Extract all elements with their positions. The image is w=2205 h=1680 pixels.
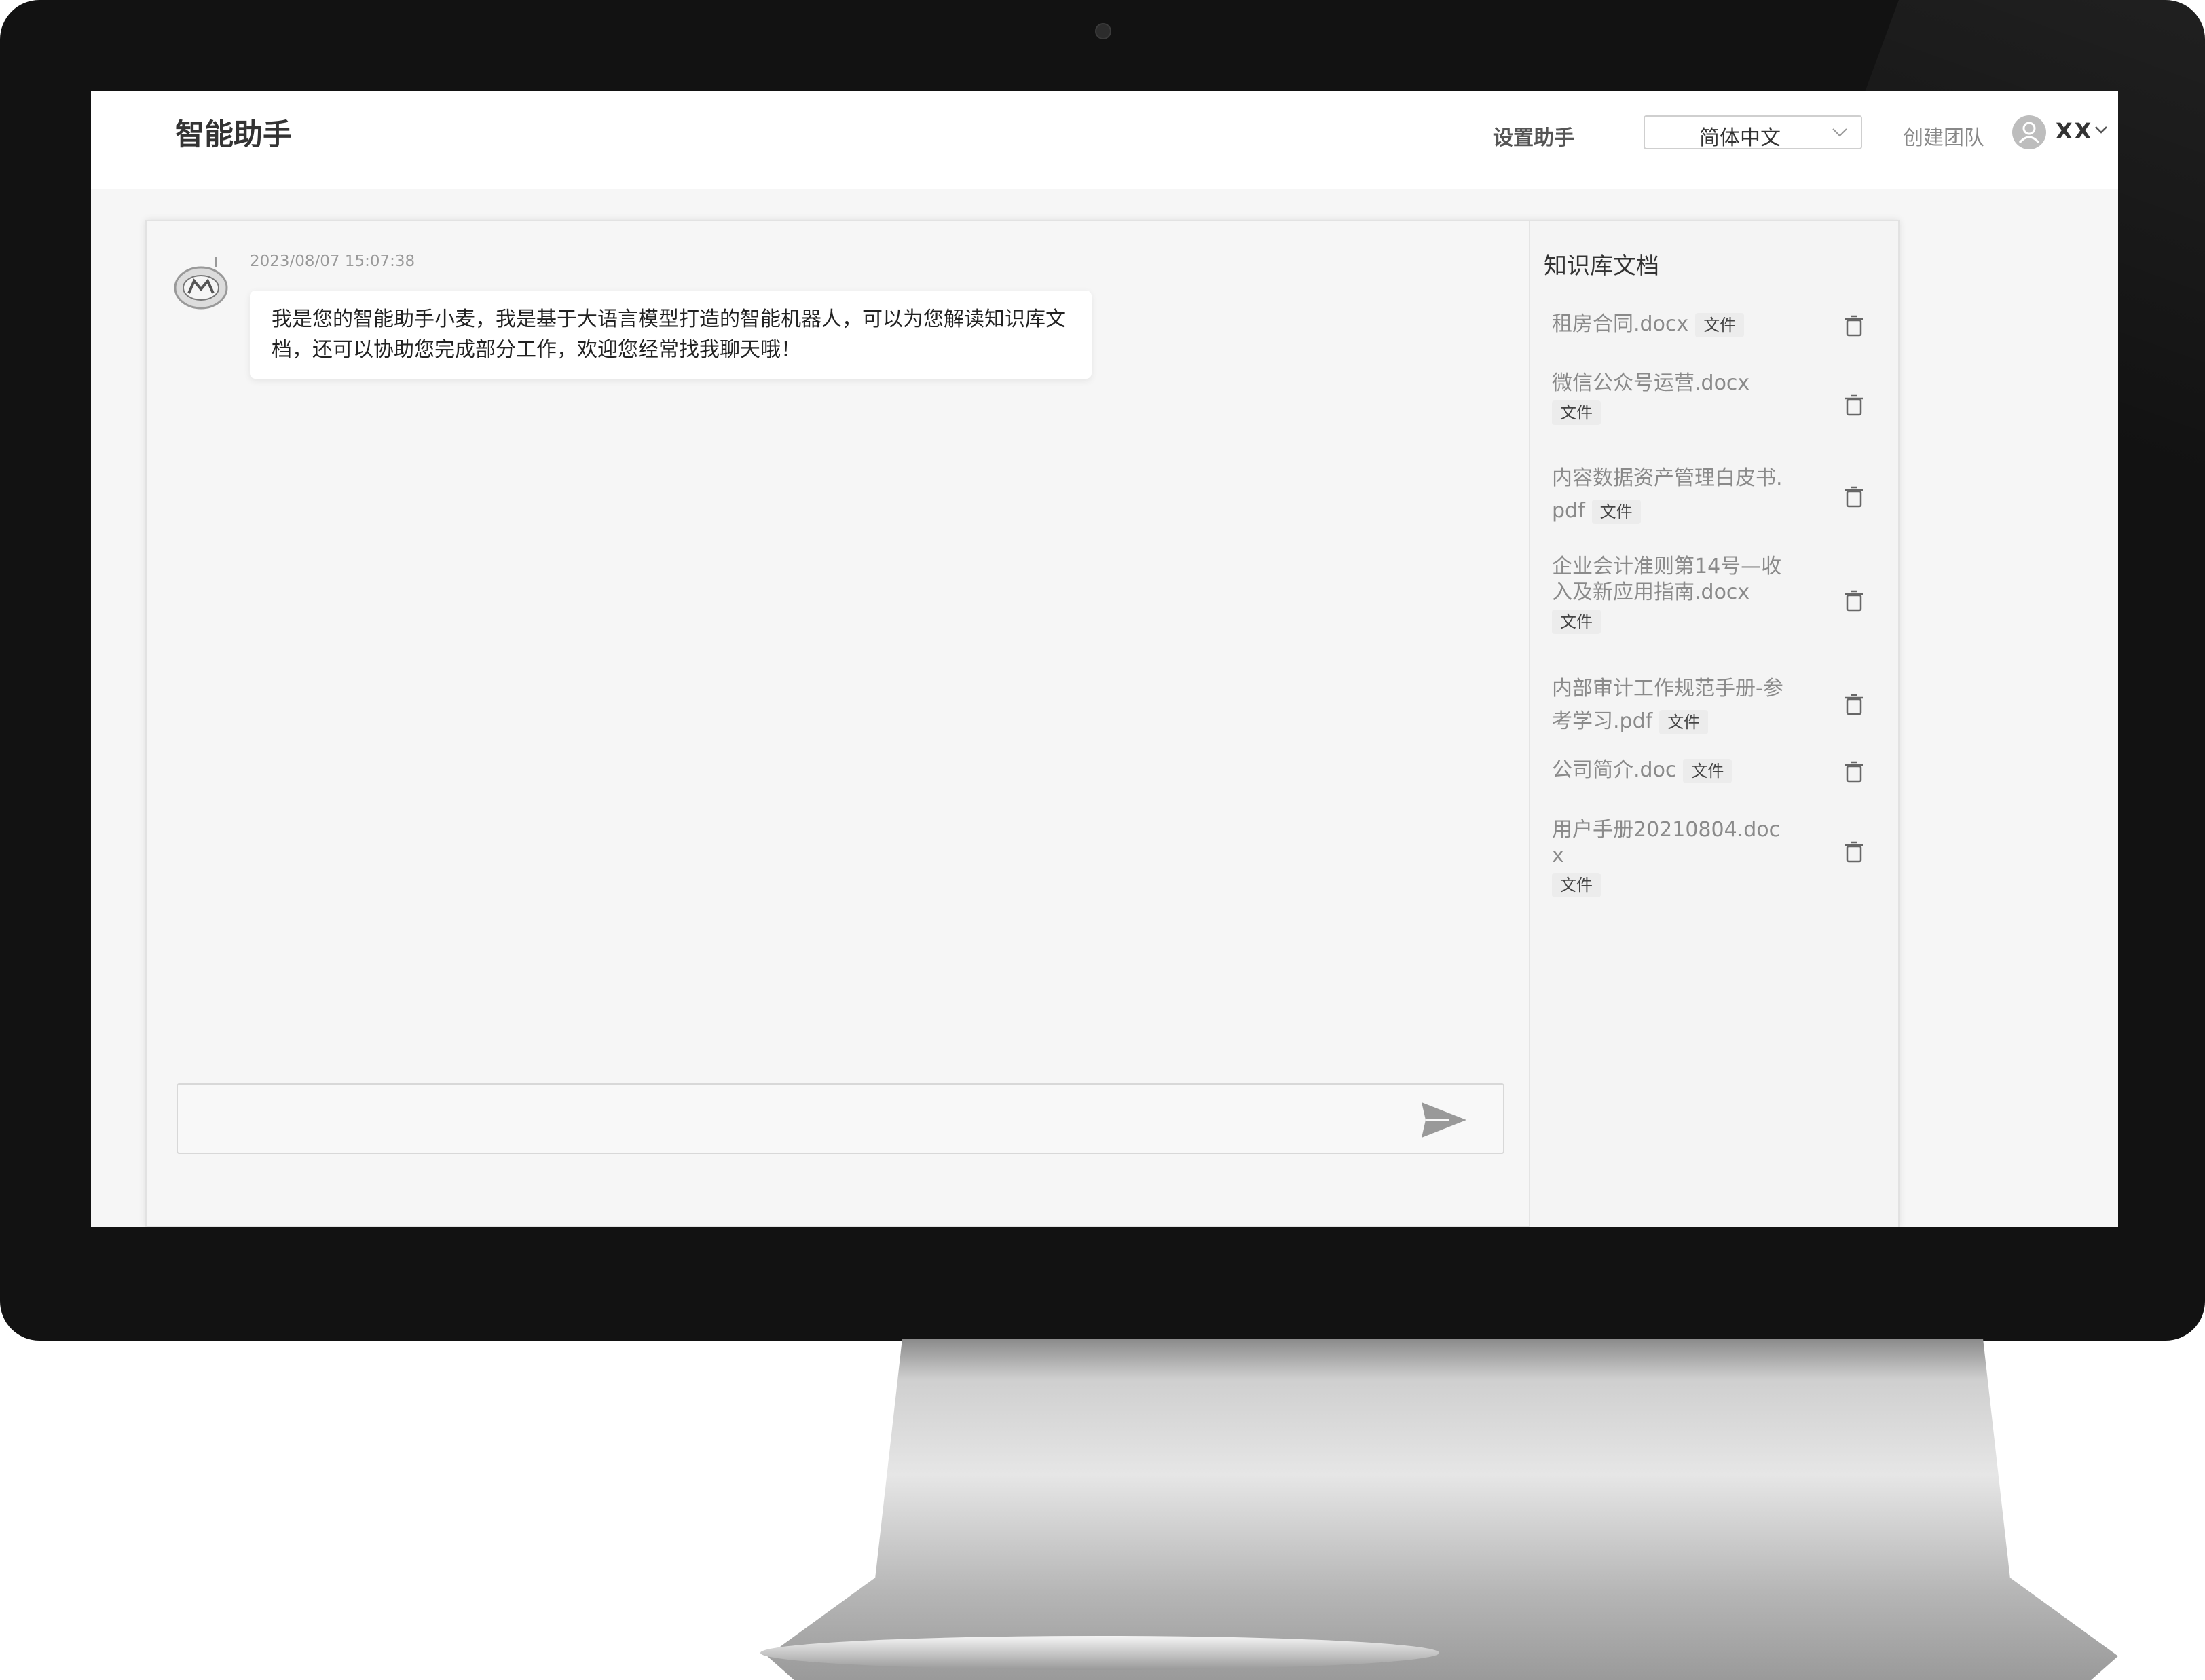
monitor-stand-base — [760, 1636, 1439, 1670]
app-title: 智能助手 — [175, 118, 292, 152]
kb-document-item[interactable]: 租房合同.docx 文件 — [1552, 312, 1885, 337]
trash-icon[interactable] — [1844, 589, 1864, 612]
kb-document-row: 企业会计准则第14号—收入及新应用指南.docx 文件 — [1552, 554, 1790, 634]
setup-assistant-link[interactable]: 设置助手 — [1493, 121, 1574, 151]
trash-icon[interactable] — [1844, 394, 1864, 417]
monitor-stand — [767, 1339, 2118, 1680]
kb-document-name: 租房合同.docx — [1552, 312, 1689, 336]
chat-area: 2023/08/07 15:07:38 我是您的智能助手小麦，我是基于大语言模型… — [147, 221, 1529, 1227]
knowledge-base-list: 租房合同.docx 文件 微信公众号运营.docx 文件 内容数据资产管理白皮书… — [1530, 221, 1897, 1227]
bot-avatar-icon — [174, 257, 228, 310]
kb-document-name: 用户手册20210804.docx — [1552, 818, 1781, 867]
language-select-value: 简体中文 — [1699, 126, 1781, 150]
kb-document-item[interactable]: 内部审计工作规范手册-参考学习.pdf 文件 — [1552, 673, 1885, 738]
create-team-link[interactable]: 创建团队 — [1903, 121, 1984, 151]
send-icon[interactable] — [1419, 1100, 1469, 1140]
trash-icon[interactable] — [1844, 760, 1864, 783]
kb-document-name: 企业会计准则第14号—收入及新应用指南.docx — [1552, 555, 1782, 604]
kb-document-row: 租房合同.docx 文件 — [1552, 312, 1790, 337]
kb-document-tag: 文件 — [1552, 873, 1601, 897]
kb-document-item[interactable]: 企业会计准则第14号—收入及新应用指南.docx 文件 — [1552, 554, 1885, 634]
message-timestamp: 2023/08/07 15:07:38 — [250, 253, 415, 270]
chevron-down-icon — [1832, 128, 1847, 137]
app-screen: 智能助手 设置助手 简体中文 创建团队 XX 2023/08/07 15:07:… — [91, 91, 2118, 1227]
kb-document-item[interactable]: 公司简介.doc 文件 — [1552, 758, 1885, 783]
kb-document-name: 内容数据资产管理白皮书.pdf — [1552, 466, 1783, 523]
chat-input-box[interactable] — [177, 1083, 1504, 1154]
trash-icon[interactable] — [1844, 840, 1864, 863]
kb-document-row: 内部审计工作规范手册-参考学习.pdf 文件 — [1552, 673, 1790, 738]
kb-document-tag: 文件 — [1683, 758, 1732, 783]
kb-document-tag: 文件 — [1695, 312, 1745, 337]
kb-document-tag: 文件 — [1552, 610, 1601, 634]
kb-document-row: 用户手册20210804.docx 文件 — [1552, 817, 1790, 897]
main-panel: 2023/08/07 15:07:38 我是您的智能助手小麦，我是基于大语言模型… — [145, 220, 1900, 1227]
chat-input-field[interactable] — [191, 1098, 1403, 1140]
knowledge-base-panel: 知识库文档 租房合同.docx 文件 微信公众号运营.docx 文件 内容数据资… — [1529, 221, 1898, 1227]
kb-document-item[interactable]: 用户手册20210804.docx 文件 — [1552, 817, 1885, 897]
bot-message-bubble: 我是您的智能助手小麦，我是基于大语言模型打造的智能机器人，可以为您解读知识库文档… — [250, 291, 1092, 379]
trash-icon[interactable] — [1844, 485, 1864, 508]
kb-document-row: 微信公众号运营.docx 文件 — [1552, 371, 1790, 425]
user-name[interactable]: XX — [2056, 118, 2093, 144]
kb-document-name: 公司简介.doc — [1552, 758, 1677, 782]
kb-document-tag: 文件 — [1659, 709, 1709, 734]
kb-document-row: 公司简介.doc 文件 — [1552, 758, 1790, 783]
camera-icon — [1095, 23, 1111, 39]
kb-document-row: 内容数据资产管理白皮书.pdf 文件 — [1552, 462, 1790, 527]
trash-icon[interactable] — [1844, 693, 1864, 716]
user-icon — [2018, 122, 2040, 144]
kb-document-item[interactable]: 微信公众号运营.docx 文件 — [1552, 371, 1885, 425]
language-select[interactable]: 简体中文 — [1644, 115, 1862, 150]
kb-document-tag: 文件 — [1552, 400, 1601, 425]
user-menu-chevron-icon[interactable] — [2094, 122, 2109, 137]
trash-icon[interactable] — [1844, 314, 1864, 337]
kb-document-tag: 文件 — [1591, 499, 1641, 524]
kb-document-name: 微信公众号运营.docx — [1552, 371, 1750, 395]
top-navbar: 智能助手 设置助手 简体中文 创建团队 XX — [91, 91, 2118, 189]
user-avatar[interactable] — [2012, 115, 2046, 149]
kb-document-item[interactable]: 内容数据资产管理白皮书.pdf 文件 — [1552, 462, 1885, 527]
